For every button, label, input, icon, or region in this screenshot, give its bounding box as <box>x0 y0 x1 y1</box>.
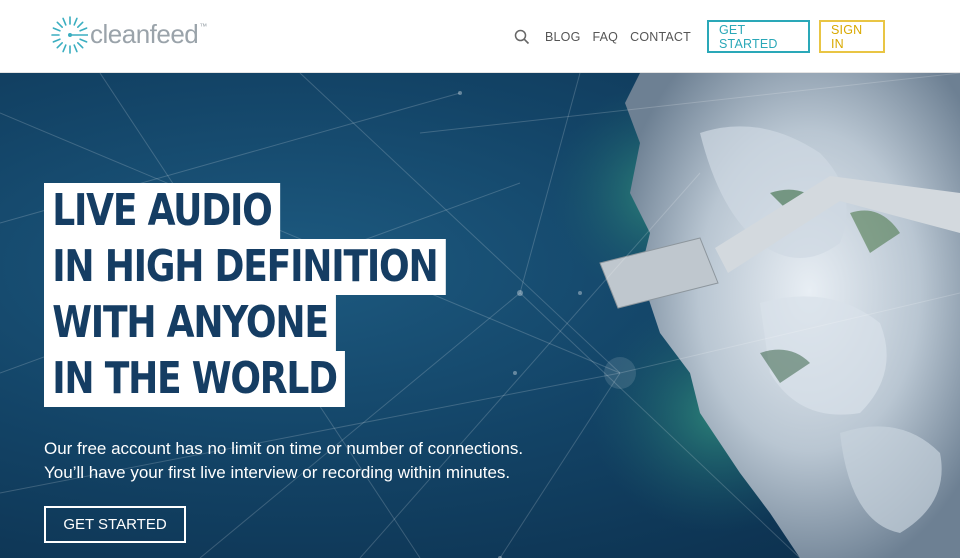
hero-get-started-button[interactable]: GET STARTED <box>44 506 186 543</box>
headline-line: WITH ANYONE <box>44 295 336 351</box>
hero-subtitle: Our free account has no limit on time or… <box>44 437 523 485</box>
trademark-symbol: ™ <box>199 22 208 31</box>
hero-headline: LIVE AUDIO IN HIGH DEFINITION WITH ANYON… <box>44 183 534 407</box>
logo-wordmark: cleanfeed <box>90 18 199 49</box>
header-get-started-button[interactable]: GET STARTED <box>707 20 810 53</box>
nav-link-blog[interactable]: BLOG <box>545 30 581 44</box>
hero-section: LIVE AUDIO IN HIGH DEFINITION WITH ANYON… <box>0 73 960 558</box>
subtitle-line: You’ll have your first live interview or… <box>44 463 511 482</box>
cleanfeed-logo[interactable]: cleanfeed ™ <box>48 10 207 60</box>
site-header: cleanfeed ™ BLOG FAQ CONTACT GET STARTED… <box>0 0 960 73</box>
subtitle-line: Our free account has no limit on time or… <box>44 439 524 458</box>
headline-line: LIVE AUDIO <box>44 183 280 239</box>
main-nav: BLOG FAQ CONTACT GET STARTED SIGN IN <box>513 20 885 53</box>
sign-in-button[interactable]: SIGN IN <box>819 20 885 53</box>
headline-line: IN HIGH DEFINITION <box>44 239 446 295</box>
search-icon[interactable] <box>513 28 531 46</box>
nav-link-contact[interactable]: CONTACT <box>630 30 691 44</box>
headline-line: IN THE WORLD <box>44 351 346 407</box>
sunburst-logo-icon <box>51 16 88 54</box>
nav-link-faq[interactable]: FAQ <box>593 30 619 44</box>
